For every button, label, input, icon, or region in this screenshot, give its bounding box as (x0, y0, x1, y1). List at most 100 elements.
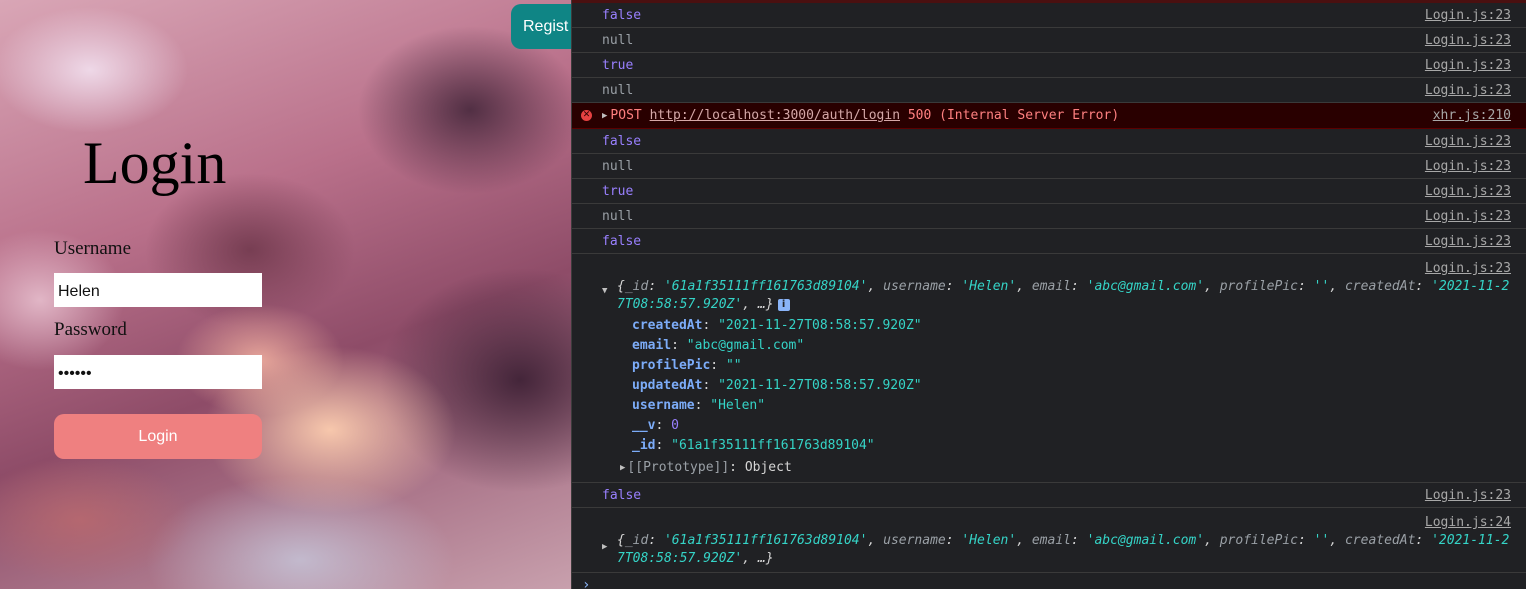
error-icon: ✕ (581, 110, 592, 121)
error-source-link[interactable]: xhr.js:210 (1433, 103, 1511, 129)
summary-key: username (883, 279, 946, 294)
log-value: true (602, 184, 634, 199)
object-summary-text: {_id: '61a1f35111ff161763d89104', userna… (617, 279, 1509, 312)
source-link[interactable]: Login.js:23 (1425, 78, 1511, 103)
summary-key: profilePic (1219, 279, 1298, 294)
summary-punct: : (1415, 533, 1432, 548)
password-input[interactable] (54, 355, 262, 389)
summary-value: 'Helen' (961, 533, 1017, 548)
log-row: null Login.js:23 (572, 28, 1526, 53)
source-link[interactable]: Login.js:23 (1425, 3, 1511, 28)
expand-triangle-icon[interactable]: ▶ (620, 458, 625, 478)
property-key: profilePic (632, 358, 711, 373)
summary-key: createdAt (1344, 279, 1416, 294)
log-value: false (602, 8, 642, 23)
property-value: "2021-11-27T08:58:57.920Z" (718, 378, 922, 393)
source-link[interactable]: Login.js:23 (602, 260, 1511, 278)
object-property: createdAt: "2021-11-27T08:58:57.920Z" (632, 318, 922, 333)
log-value: null (602, 83, 634, 98)
source-link[interactable]: Login.js:23 (1425, 28, 1511, 53)
source-link[interactable]: Login.js:23 (1425, 53, 1511, 78)
summary-key: email (1031, 533, 1071, 548)
summary-punct: : (1071, 533, 1087, 548)
summary-value: '61a1f35111ff161763d89104' (663, 279, 868, 294)
summary-key: email (1031, 279, 1071, 294)
property-key: email (632, 338, 672, 353)
summary-key: _id (624, 279, 649, 294)
summary-punct: , (1016, 279, 1032, 294)
object-property: username: "Helen" (632, 398, 766, 413)
log-row: false Login.js:23 (572, 229, 1526, 254)
summary-punct: { (617, 533, 625, 548)
log-group-mid: false Login.js:23 null Login.js:23 true Login… (572, 129, 1526, 254)
source-link[interactable]: Login.js:23 (1425, 154, 1511, 179)
object-property: __v: 0 (632, 418, 679, 433)
expand-triangle-icon[interactable]: ▶ (602, 538, 607, 556)
register-button[interactable]: Regist (511, 4, 571, 49)
source-link[interactable]: Login.js:23 (1425, 483, 1511, 508)
object-property: updatedAt: "2021-11-27T08:58:57.920Z" (632, 378, 922, 393)
error-row[interactable]: ✕ ▶ POST http://localhost:3000/auth/login… (572, 103, 1526, 129)
app-page: Login Username Password Login Regist (0, 0, 571, 589)
error-method: POST (610, 108, 642, 123)
log-value: null (602, 33, 634, 48)
summary-punct: { (617, 279, 625, 294)
devtools-console: false Login.js:23 null Login.js:23 true Login… (571, 0, 1526, 589)
log-value: null (602, 209, 634, 224)
summary-punct: : (648, 279, 664, 294)
prompt-chevron-icon: › (582, 577, 591, 589)
prototype-value: Object (744, 460, 792, 475)
object-summary-text: {_id: '61a1f35111ff161763d89104', userna… (617, 533, 1509, 566)
object-log-collapsed: Login.js:24 ▶ {_id: '61a1f35111ff161763d… (572, 508, 1526, 573)
summary-punct: , …} (742, 297, 774, 312)
prototype-key: [[Prototype]] (627, 460, 730, 475)
summary-punct: : (945, 533, 962, 548)
property-key: username (632, 398, 695, 413)
log-row: false Login.js:23 (572, 483, 1526, 508)
log-row: true Login.js:23 (572, 53, 1526, 78)
summary-punct: , (1204, 279, 1220, 294)
object-summary[interactable]: ▼ {_id: '61a1f35111ff161763d89104', user… (602, 278, 1511, 314)
object-summary[interactable]: ▶ {_id: '61a1f35111ff161763d89104', user… (602, 532, 1511, 568)
object-property: _id: "61a1f35111ff161763d89104" (632, 438, 875, 453)
property-value: "2021-11-27T08:58:57.920Z" (718, 318, 922, 333)
object-properties: createdAt: "2021-11-27T08:58:57.920Z" ema… (602, 316, 1511, 456)
login-button[interactable]: Login (54, 414, 262, 459)
error-url-link[interactable]: http://localhost:3000/auth/login (650, 108, 900, 123)
console-prompt[interactable]: › (572, 573, 1526, 589)
object-property: email: "abc@gmail.com" (632, 338, 805, 353)
property-key: __v (632, 418, 656, 433)
log-value: false (602, 134, 642, 149)
summary-key: profilePic (1219, 533, 1298, 548)
collapse-triangle-icon[interactable]: ▼ (602, 282, 607, 300)
summary-punct: , (1329, 279, 1345, 294)
summary-punct: , (1016, 533, 1032, 548)
log-row: null Login.js:23 (572, 78, 1526, 103)
log-row: false Login.js:23 (572, 129, 1526, 154)
log-row: false Login.js:23 (572, 3, 1526, 28)
summary-value: '' (1313, 533, 1330, 548)
page-title: Login (83, 130, 227, 196)
source-link[interactable]: Login.js:23 (1425, 204, 1511, 229)
property-value: "61a1f35111ff161763d89104" (671, 438, 875, 453)
username-input[interactable] (54, 273, 262, 307)
source-link[interactable]: Login.js:23 (1425, 229, 1511, 254)
summary-value: 'abc@gmail.com' (1086, 533, 1205, 548)
expand-triangle-icon[interactable]: ▶ (602, 103, 607, 129)
summary-value: 'abc@gmail.com' (1086, 279, 1205, 294)
summary-punct: : (1415, 279, 1432, 294)
summary-punct: : (648, 533, 664, 548)
source-link[interactable]: Login.js:23 (1425, 179, 1511, 204)
source-link[interactable]: Login.js:23 (1425, 129, 1511, 154)
source-link[interactable]: Login.js:24 (602, 514, 1511, 532)
object-property: profilePic: "" (632, 358, 742, 373)
property-value: 0 (671, 418, 679, 433)
log-row: null Login.js:23 (572, 154, 1526, 179)
log-value: null (602, 159, 634, 174)
summary-punct: , (1329, 533, 1345, 548)
prototype-row[interactable]: ▶ [[Prototype]]: Object (620, 458, 1511, 478)
summary-punct: , …} (742, 551, 774, 566)
object-log-expanded: Login.js:23 ▼ {_id: '61a1f35111ff161763d… (572, 254, 1526, 483)
info-icon[interactable]: i (777, 299, 790, 311)
property-key: _id (632, 438, 656, 453)
